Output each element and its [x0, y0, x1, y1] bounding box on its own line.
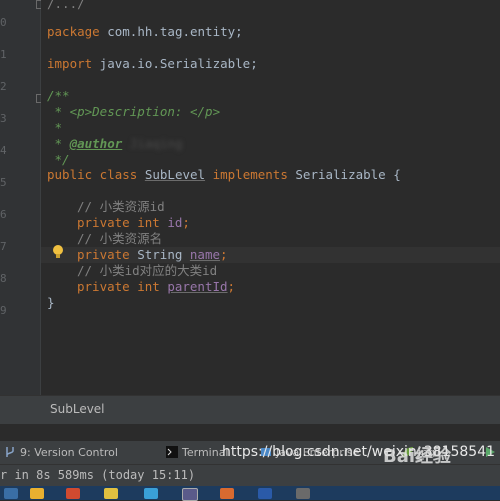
- code-line-current: private String name;: [41, 247, 500, 263]
- line-number: 6: [0, 208, 7, 221]
- code-line: public class SubLevel implements Seriali…: [47, 167, 401, 182]
- os-taskbar: [0, 486, 500, 501]
- line-number: 4: [0, 144, 7, 157]
- lightbulb-icon[interactable]: [52, 244, 64, 260]
- breadcrumb-class[interactable]: SubLevel: [50, 402, 105, 416]
- code-line: // 小类id对应的大类id: [77, 263, 218, 278]
- line-gutter: 0 1 2 3 4 5 6 7 8 9: [0, 0, 45, 395]
- line-number: 0: [0, 16, 7, 29]
- tool-terminal[interactable]: Terminal: [166, 446, 229, 459]
- code-line: // 小类资源名: [77, 231, 163, 246]
- code-line: * <p>Description: </p>: [47, 104, 221, 119]
- code-line: package com.hh.tag.entity;: [47, 24, 243, 39]
- line-number: 3: [0, 112, 7, 125]
- taskbar-app-icon[interactable]: [296, 488, 310, 499]
- code-line: /**: [47, 88, 70, 103]
- line-number: 5: [0, 176, 7, 189]
- line-number: 9: [0, 304, 7, 317]
- code-editor[interactable]: /.../ package com.hh.tag.entity; import …: [41, 0, 500, 395]
- taskbar-intellij-icon[interactable]: [182, 488, 198, 501]
- baidu-watermark-logo: Bai经验: [383, 446, 452, 467]
- line-number: 8: [0, 272, 7, 285]
- code-line: import java.io.Serializable;: [47, 56, 258, 71]
- taskbar-app-icon[interactable]: [144, 488, 158, 499]
- code-line: private int parentId;: [77, 279, 236, 294]
- breadcrumb: SubLevel: [0, 395, 500, 424]
- code-line: */: [47, 152, 70, 167]
- start-icon[interactable]: [4, 488, 18, 499]
- taskbar-app-icon[interactable]: [220, 488, 234, 499]
- code-line: }: [47, 295, 55, 310]
- line-number: 2: [0, 80, 7, 93]
- line-number: 1: [0, 48, 7, 61]
- code-line: *: [47, 120, 63, 135]
- terminal-icon: [166, 446, 178, 458]
- taskbar-app-icon[interactable]: [104, 488, 118, 499]
- code-line: // 小类资源id: [77, 199, 165, 214]
- status-message: r in 8s 589ms (today 15:11): [0, 468, 196, 482]
- code-line: /.../: [47, 0, 85, 11]
- taskbar-word-icon[interactable]: [258, 488, 272, 499]
- taskbar-app-icon[interactable]: [30, 488, 44, 499]
- code-line: private int id;: [77, 215, 190, 230]
- tool-version-control[interactable]: 9: Version Control: [4, 446, 118, 459]
- taskbar-app-icon[interactable]: [66, 488, 80, 499]
- branch-icon: [6, 447, 14, 457]
- watermark-url: https://blog.csdn.net/weixin_38158541: [222, 444, 496, 460]
- code-line: * @author Jiaqing: [47, 136, 183, 151]
- line-number: 7: [0, 240, 7, 253]
